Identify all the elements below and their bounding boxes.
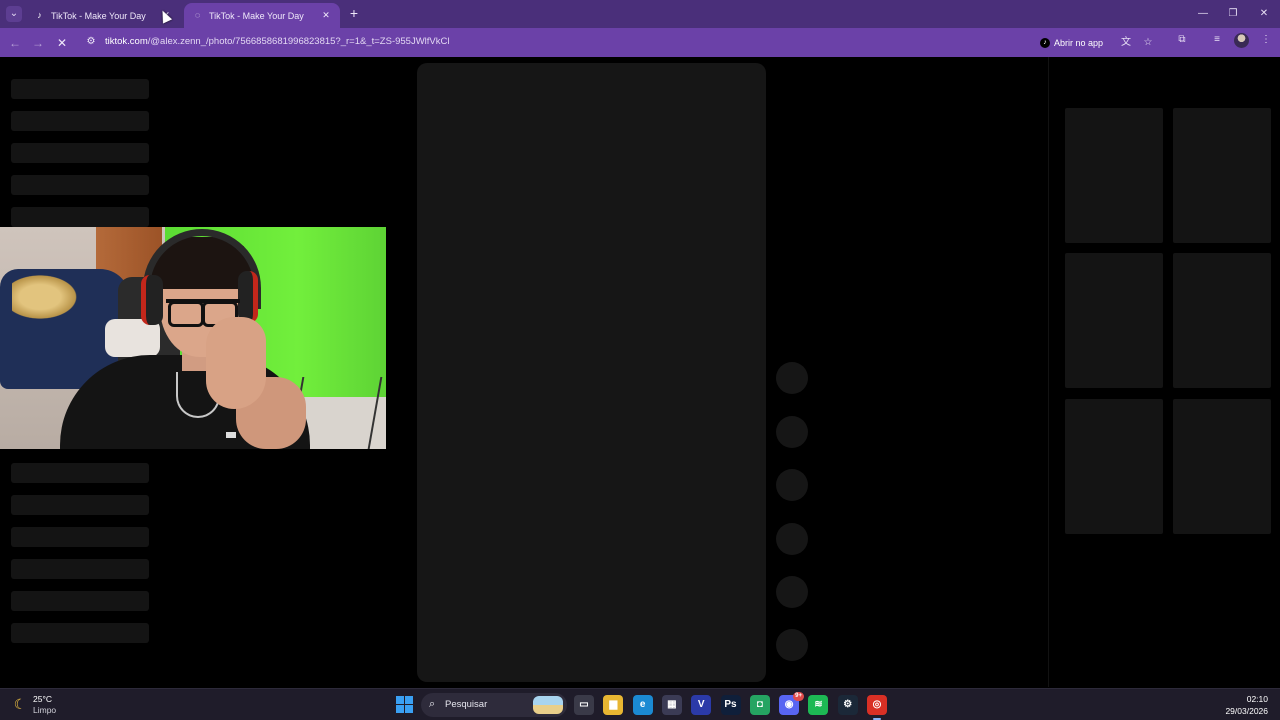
open-in-app-button[interactable]: ♪ Abrir no app [1040, 35, 1103, 50]
tiktok-icon: ♪ [1040, 37, 1050, 48]
windows-logo-icon [405, 705, 413, 713]
notification-badge: 9+ [793, 692, 805, 701]
grid-skeleton-tile [1173, 399, 1271, 534]
close-window-button[interactable]: ✕ [1254, 6, 1274, 22]
photoshop-icon[interactable]: Ps [720, 695, 741, 715]
sidebar-skeleton-item [11, 527, 149, 547]
extensions-icon[interactable]: ⧉ [1175, 33, 1189, 47]
weather-description[interactable]: Limpo [33, 705, 56, 715]
back-button[interactable]: ← [6, 34, 24, 52]
sidebar-skeleton-item [11, 79, 149, 99]
windows-logo-icon [396, 696, 404, 704]
new-tab-button[interactable]: + [346, 6, 362, 22]
webcam-shirt-logo [226, 432, 236, 438]
grid-skeleton-tile [1065, 108, 1163, 243]
action-button-skeleton [776, 469, 808, 501]
sidebar-skeleton-item [11, 175, 149, 195]
profile-avatar[interactable] [1234, 33, 1249, 48]
star-icon[interactable]: ☆ [1141, 36, 1155, 50]
url-host: tiktok.com [105, 36, 148, 47]
browser-tab-strip: ⌄ ♪ TikTok - Make Your Day ✕ ◌ TikTok - … [0, 0, 1280, 28]
webcam-person-hand [206, 317, 266, 409]
grid-skeleton-tile [1173, 108, 1271, 243]
weather-temperature[interactable]: 25°C [33, 694, 52, 704]
search-placeholder: Pesquisar [445, 699, 488, 710]
address-bar[interactable]: ⚙ tiktok.com/@alex.zenn_/photo/756685868… [78, 31, 1268, 54]
spotify-icon[interactable]: ≋ [808, 695, 829, 715]
grid-skeleton-tile [1065, 253, 1163, 388]
sidebar-skeleton-item [11, 111, 149, 131]
media-icon[interactable]: ≡ [1210, 33, 1224, 47]
microsoft-store-icon[interactable]: ▦ [661, 695, 682, 715]
discord-icon[interactable]: ◉ 9+ [779, 692, 805, 715]
tab-search-button[interactable]: ⌄ [6, 6, 22, 22]
taskbar-search[interactable]: ⌕ Pesquisar [421, 693, 567, 717]
sidebar-skeleton-item [11, 495, 149, 515]
tab-tiktok-2[interactable]: ◌ TikTok - Make Your Day ✕ [184, 3, 340, 28]
search-highlight-image [533, 696, 563, 714]
task-view-icon[interactable]: ▭ [574, 695, 594, 715]
tiktok-icon: ♪ [37, 10, 42, 20]
action-button-skeleton [776, 523, 808, 555]
close-icon: ✕ [56, 36, 68, 50]
minimize-button[interactable]: — [1193, 6, 1213, 22]
action-button-skeleton [776, 416, 808, 448]
translate-icon[interactable]: 文 [1119, 36, 1133, 50]
webcam-overlay [0, 227, 386, 449]
webcam-headphone-left [141, 275, 163, 325]
arrow-left-icon: ← [9, 36, 21, 50]
sidebar-skeleton-item [11, 207, 149, 227]
open-in-app-label: Abrir no app [1054, 37, 1104, 48]
menu-icon[interactable]: ⋮ [1259, 33, 1273, 47]
action-button-skeleton [776, 629, 808, 661]
vegas-icon[interactable]: V [691, 695, 712, 715]
tab-title: TikTok - Make Your Day [209, 10, 304, 21]
video-skeleton-card [417, 63, 766, 682]
maximize-button[interactable]: ❐ [1223, 6, 1243, 22]
action-button-skeleton [776, 362, 808, 394]
whatsapp-like-icon[interactable]: ◘ [749, 695, 770, 715]
search-icon: ⌕ [429, 698, 436, 710]
url-path: /@alex.zenn_/photo/7566858681996823815?_… [147, 36, 450, 47]
forward-button[interactable]: → [29, 34, 47, 52]
windows-logo-icon [396, 705, 404, 713]
sidebar-skeleton-item [11, 559, 149, 579]
sidebar-skeleton-item [11, 623, 149, 643]
tab-tiktok-1[interactable]: ♪ TikTok - Make Your Day ✕ [26, 3, 180, 28]
webcam-headphone-right [238, 271, 258, 323]
chevron-down-icon: ⌄ [9, 8, 19, 19]
url-text[interactable]: tiktok.com/@alex.zenn_/photo/75668586819… [105, 36, 449, 47]
site-info-icon[interactable]: ⚙ [84, 35, 98, 49]
steam-icon[interactable]: ⚙ [837, 695, 858, 715]
grid-skeleton-tile [1065, 399, 1163, 534]
close-icon[interactable]: ✕ [320, 10, 332, 21]
edge-icon[interactable]: e [632, 695, 653, 715]
sidebar-skeleton-item [11, 463, 149, 483]
webcam-blanket [12, 272, 82, 322]
grid-skeleton-tile [1173, 253, 1271, 388]
moon-icon[interactable]: ☾ [12, 696, 28, 712]
sidebar-skeleton-item [11, 591, 149, 611]
panel-divider [1048, 57, 1049, 687]
tab-title: TikTok - Make Your Day [51, 10, 146, 21]
sidebar-skeleton-item [11, 143, 149, 163]
loading-icon: ◌ [194, 10, 201, 20]
arrow-right-icon: → [32, 36, 44, 50]
action-button-skeleton [776, 576, 808, 608]
browser-toolbar: ← → ✕ ⚙ tiktok.com/@alex.zenn_/photo/756… [0, 28, 1280, 57]
clock-date[interactable]: 29/03/2026 [1225, 706, 1268, 716]
file-explorer-icon[interactable]: ▆ [603, 695, 624, 715]
clock-time[interactable]: 02:10 [1247, 694, 1268, 704]
windows-taskbar: ☾ 25°C Limpo ⌕ Pesquisar ▭ ▆ e ▦ V Ps ◘ ◉ 9+ ≋ ⚙ ◎ … [0, 688, 1280, 720]
stop-button[interactable]: ✕ [53, 34, 71, 52]
windows-logo-icon [405, 696, 413, 704]
start-button[interactable] [396, 696, 413, 713]
chrome-icon[interactable]: ◎ [867, 695, 887, 720]
